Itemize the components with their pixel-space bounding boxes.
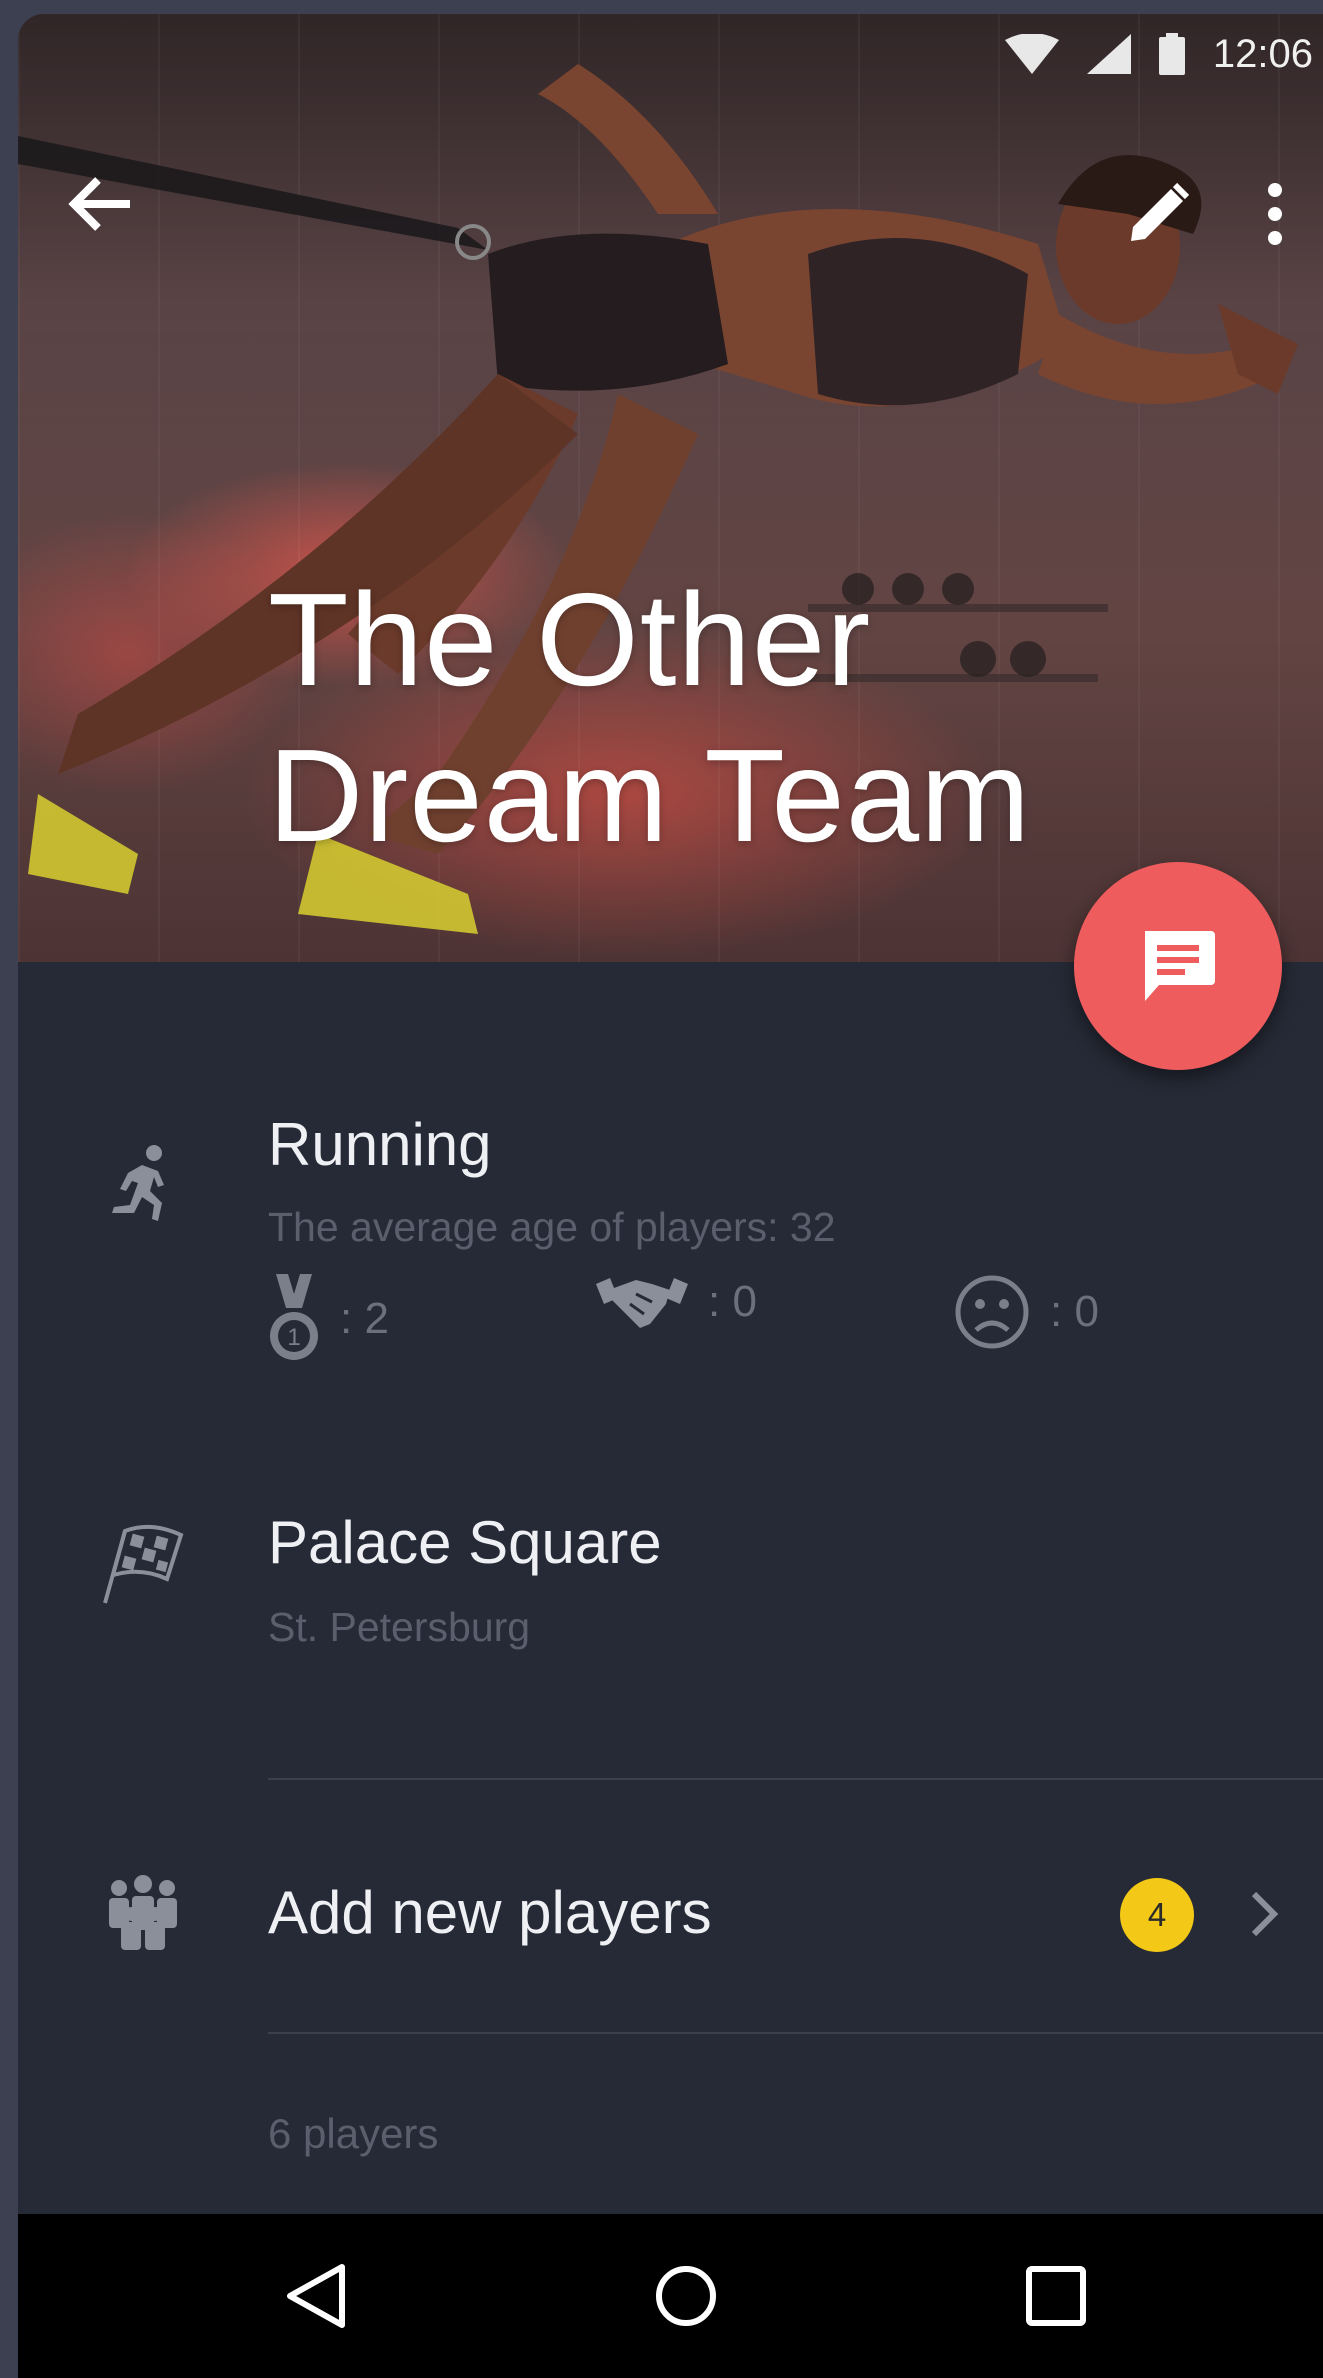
svg-text:1: 1 [287,1324,300,1351]
sad-face-icon [955,1275,1029,1349]
system-navigation-bar [18,2214,1323,2378]
team-name: The Other Dream Team [268,562,1031,874]
add-new-players-label: Add new players [268,1879,712,1946]
wins-stat: 1 : 2 [268,1274,389,1364]
chat-icon [1145,931,1215,1001]
running-icon [88,1130,198,1240]
team-name-line-1: The Other [268,566,872,713]
losses-stat: : 0 [954,1274,1099,1350]
checkered-flag-icon [88,1514,198,1614]
square-recents-icon [1026,2266,1086,2326]
divider [268,1778,1323,1780]
status-bar: 12:06 [903,14,1323,94]
draws-stat: : 0 [596,1274,757,1330]
back-button[interactable] [60,164,140,244]
edit-button[interactable] [1118,174,1198,254]
new-players-badge: 4 [1120,1878,1194,1952]
nav-home-button[interactable] [644,2254,728,2338]
chat-fab[interactable] [1074,862,1282,1070]
arrow-back-icon [68,177,130,231]
location-city: St. Petersburg [268,1604,531,1650]
location-name: Palace Square [268,1509,662,1576]
nav-recents-button[interactable] [1014,2254,1098,2338]
losses-count: : 0 [1050,1287,1099,1336]
draws-count: : 0 [708,1277,757,1326]
players-count: 6 players [268,2110,439,2157]
sport-name: Running [268,1111,492,1178]
wifi-icon [1004,34,1059,74]
group-icon [88,1870,198,1954]
pencil-icon [1131,183,1189,241]
battery-icon [1158,33,1185,75]
average-age: The average age of players: 32 [268,1204,836,1250]
screen: 12:06 The Other Dream Team Running The a… [18,14,1323,2378]
more-vert-icon [1268,183,1282,245]
divider [268,2032,1323,2034]
team-hero-image: 12:06 The Other Dream Team [18,14,1323,962]
nav-back-button[interactable] [274,2254,358,2338]
team-name-line-2: Dream Team [268,722,1032,869]
wins-count: : 2 [340,1294,389,1343]
cellular-signal-icon [1086,34,1131,74]
handshake-icon [596,1278,688,1328]
chevron-right-icon [1251,1891,1279,1937]
status-time: 12:06 [1212,31,1313,76]
more-options-button[interactable] [1250,174,1300,254]
circle-home-icon [656,2266,716,2326]
triangle-back-icon [287,2264,345,2328]
medal-icon: 1 [270,1274,318,1360]
